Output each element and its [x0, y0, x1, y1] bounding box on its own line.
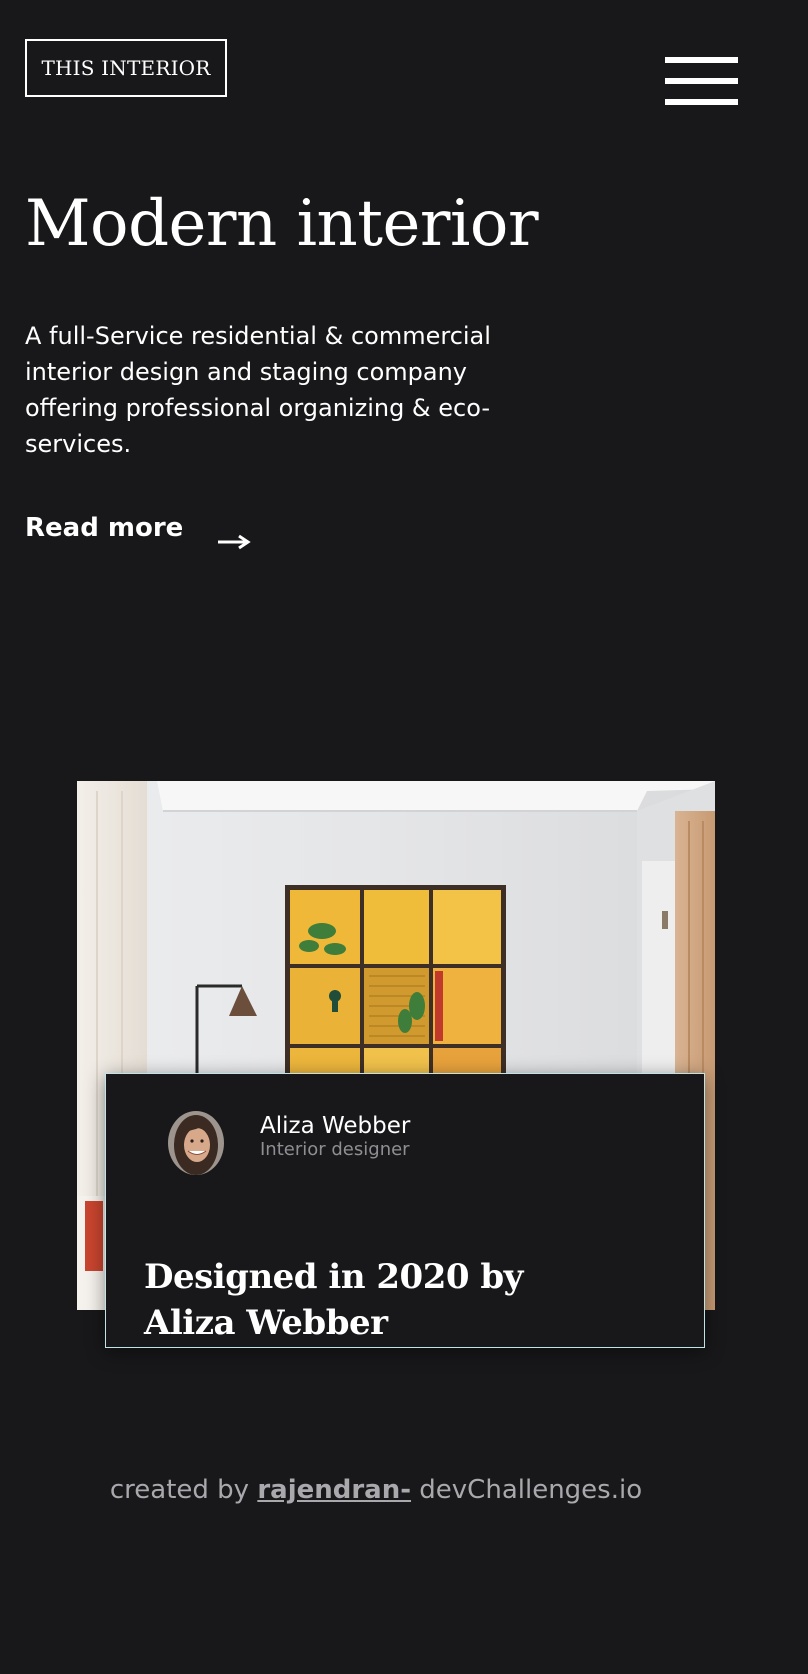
hero-description: A full-Service residential & commercial … — [25, 322, 491, 458]
read-more-label: Read more — [25, 513, 184, 543]
hamburger-menu-button[interactable] — [665, 57, 738, 107]
hero-title: Modern interior — [25, 187, 539, 261]
avatar — [168, 1111, 224, 1175]
footer-prefix: created by — [109, 1475, 250, 1505]
card-title: Designed in 2020 by Aliza Webber — [144, 1257, 523, 1343]
logo[interactable]: THIS INTERIOR — [25, 39, 227, 97]
hamburger-menu-bar — [665, 78, 738, 84]
logo-text: THIS INTERIOR — [41, 56, 211, 80]
author-link[interactable]: rajendran- — [257, 1475, 411, 1505]
read-more-link[interactable]: Read more — [25, 508, 251, 550]
arrow-right-icon — [218, 534, 251, 550]
designer-card: Aliza Webber Interior designer Designed … — [105, 1073, 705, 1348]
designer-role: Interior designer — [260, 1139, 410, 1160]
hamburger-menu-icon — [665, 57, 738, 63]
hamburger-menu-bar — [665, 99, 738, 105]
footer-suffix: devChallenges.io — [419, 1475, 643, 1505]
footer: created by rajendran- devChallenges.io — [0, 1470, 752, 1510]
designer-name: Aliza Webber — [260, 1113, 411, 1139]
